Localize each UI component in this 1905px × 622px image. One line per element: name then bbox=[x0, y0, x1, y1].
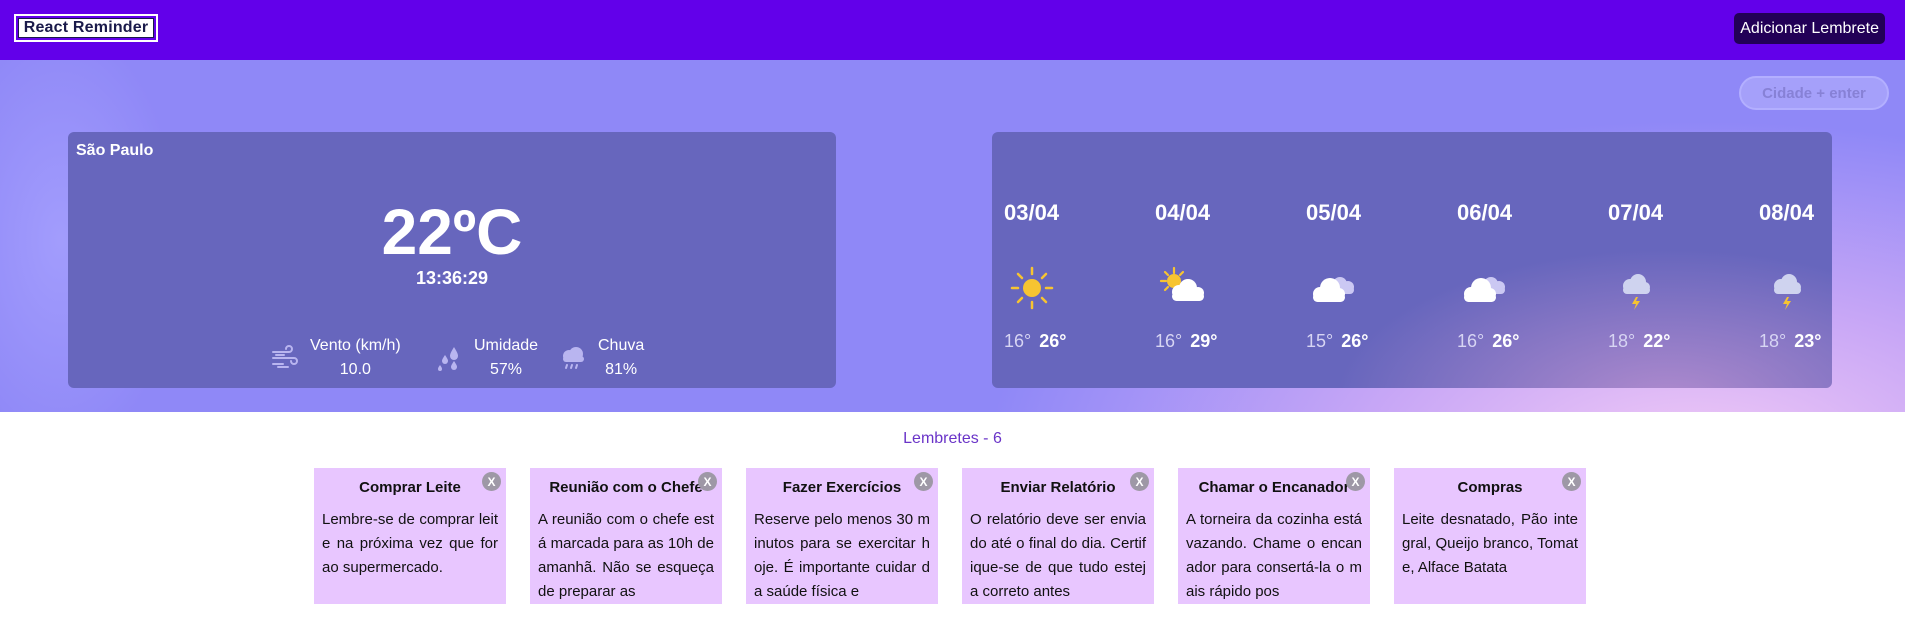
city-search-input[interactable] bbox=[1739, 76, 1889, 110]
forecast-date: 03/04 bbox=[1004, 200, 1060, 225]
forecast-day: 08/04 18° 23° bbox=[1747, 132, 1832, 388]
close-reminder-button[interactable]: X bbox=[914, 472, 933, 491]
reminder-body: A torneira da cozinha está vazando. Cham… bbox=[1186, 511, 1362, 600]
thunderstorm-icon bbox=[1774, 274, 1801, 310]
reminder-title: Reunião com o Chefe bbox=[549, 479, 703, 496]
stat-value: 10.0 bbox=[339, 361, 371, 378]
reminder-card[interactable]: Fazer Exercícios X Reserve pelo menos 30… bbox=[746, 468, 938, 604]
weather-section: São Paulo 22ºC 13:36:29 Vento (km/h) 10.… bbox=[0, 60, 1905, 412]
reminders-title: Lembretes - 6 bbox=[903, 430, 1002, 447]
reminder-body: A reunião com o chefe está marcada para … bbox=[538, 511, 714, 600]
close-reminder-button[interactable]: X bbox=[1562, 472, 1581, 491]
forecast-min-temp: 18° bbox=[1608, 331, 1636, 351]
reminder-title: Fazer Exercícios bbox=[782, 479, 902, 496]
reminder-title: Chamar o Encanador bbox=[1198, 479, 1350, 496]
stat-value: 81% bbox=[605, 361, 638, 378]
reminder-body: O relatório deve ser enviado até o final… bbox=[970, 511, 1146, 600]
forecast-day: 07/04 18° 22° bbox=[1596, 132, 1696, 388]
forecast-max-temp: 22° bbox=[1643, 331, 1671, 351]
reminder-card[interactable]: Chamar o Encanador X A torneira da cozin… bbox=[1178, 468, 1370, 604]
forecast-min-temp: 16° bbox=[1457, 331, 1485, 351]
forecast-min-temp: 16° bbox=[1155, 331, 1183, 351]
sun-icon bbox=[1010, 266, 1054, 310]
forecast-date: 05/04 bbox=[1306, 200, 1362, 225]
reminder-body: Leite desnatado, Pão integral, Queijo br… bbox=[1402, 511, 1578, 576]
stat-value: 57% bbox=[490, 361, 523, 378]
stat-wind: Vento (km/h) 10.0 bbox=[270, 334, 401, 382]
rain-cloud-icon bbox=[563, 347, 584, 369]
reminder-card[interactable]: Reunião com o Chefe X A reunião com o ch… bbox=[530, 468, 722, 604]
forecast-max-temp: 26° bbox=[1492, 331, 1520, 351]
close-reminder-button[interactable]: X bbox=[1130, 472, 1149, 491]
reminder-card[interactable]: Enviar Relatório X O relatório deve ser … bbox=[962, 468, 1154, 604]
city-name: São Paulo bbox=[76, 142, 154, 159]
reminder-card[interactable]: Compras X Leite desnatado, Pão integral,… bbox=[1394, 468, 1586, 604]
app-logo[interactable]: React Reminder bbox=[14, 14, 158, 42]
stat-label: Umidade bbox=[474, 337, 539, 354]
app-logo-text: React Reminder bbox=[18, 18, 154, 38]
current-weather-card: São Paulo 22ºC 13:36:29 Vento (km/h) 10.… bbox=[68, 132, 836, 388]
reminder-title: Compras bbox=[1457, 479, 1523, 496]
close-reminder-button[interactable]: X bbox=[482, 472, 501, 491]
forecast-day: 06/04 16° 26° bbox=[1445, 132, 1545, 388]
wind-icon bbox=[272, 345, 298, 368]
close-reminder-button[interactable]: X bbox=[1346, 472, 1365, 491]
forecast-day: 05/04 15° 26° bbox=[1294, 132, 1394, 388]
reminder-body: Lembre-se de comprar leite na próxima ve… bbox=[322, 511, 498, 576]
forecast-date: 08/04 bbox=[1759, 200, 1815, 225]
cloudy-icon bbox=[1464, 277, 1505, 302]
reminder-body: Reserve pelo menos 30 minutos para se ex… bbox=[754, 511, 930, 600]
reminder-card[interactable]: Comprar Leite X Lembre-se de comprar lei… bbox=[314, 468, 506, 604]
partly-cloudy-icon bbox=[1159, 266, 1204, 301]
cloudy-icon bbox=[1313, 277, 1354, 302]
current-time: 13:36:29 bbox=[415, 268, 489, 288]
forecast-day: 04/04 16° 29° bbox=[1143, 132, 1243, 388]
stat-label: Chuva bbox=[598, 337, 645, 354]
forecast-date: 04/04 bbox=[1155, 200, 1211, 225]
reminder-title: Enviar Relatório bbox=[1000, 479, 1116, 496]
forecast-max-temp: 26° bbox=[1341, 331, 1369, 351]
reminder-title: Comprar Leite bbox=[359, 479, 461, 496]
forecast-card: 03/04 16° 26° 04/04 16° 29° 05/04 15° 26… bbox=[992, 132, 1832, 388]
current-temperature: 22ºC bbox=[381, 196, 523, 268]
forecast-min-temp: 18° bbox=[1759, 331, 1787, 351]
close-reminder-button[interactable]: X bbox=[698, 472, 717, 491]
forecast-date: 07/04 bbox=[1608, 200, 1664, 225]
humidity-icon bbox=[438, 347, 458, 371]
forecast-max-temp: 23° bbox=[1794, 331, 1822, 351]
add-reminder-button[interactable]: Adicionar Lembrete bbox=[1734, 13, 1885, 44]
stat-label: Vento (km/h) bbox=[310, 337, 401, 354]
stat-humidity: Umidade 57% bbox=[434, 334, 538, 382]
forecast-min-temp: 16° bbox=[1004, 331, 1032, 351]
forecast-date: 06/04 bbox=[1457, 200, 1513, 225]
stat-rain: Chuva 81% bbox=[558, 334, 644, 382]
forecast-min-temp: 15° bbox=[1306, 331, 1334, 351]
thunderstorm-icon bbox=[1623, 274, 1650, 310]
top-navbar: React Reminder Adicionar Lembrete bbox=[0, 0, 1905, 60]
forecast-max-temp: 26° bbox=[1039, 331, 1067, 351]
forecast-max-temp: 29° bbox=[1190, 331, 1218, 351]
forecast-day: 03/04 16° 26° bbox=[992, 132, 1092, 388]
